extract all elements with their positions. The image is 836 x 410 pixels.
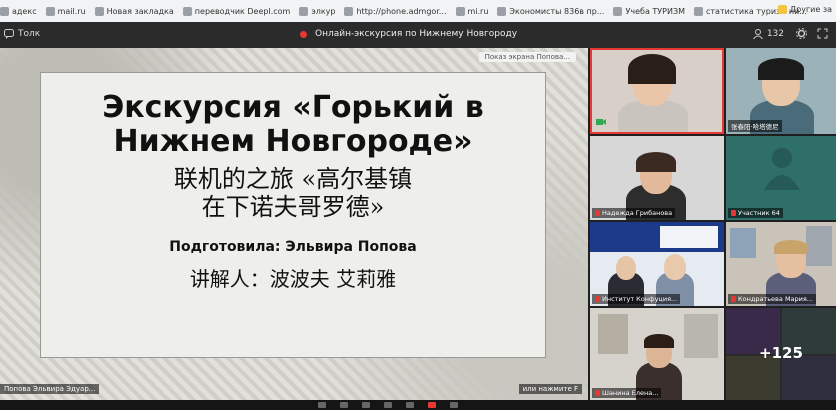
participants-button[interactable]: 132 xyxy=(752,28,784,39)
participant-count: 132 xyxy=(766,28,784,39)
bookmark-icon xyxy=(94,6,104,16)
wall-poster xyxy=(598,314,628,354)
participant-tile[interactable]: Кондратьева Мария... xyxy=(726,222,836,306)
bookmark-icon xyxy=(613,6,623,16)
thumbnail xyxy=(726,356,780,400)
mic-icon[interactable] xyxy=(318,402,326,408)
recording-icon xyxy=(300,30,307,38)
bookmark[interactable]: адекс xyxy=(0,6,37,16)
titlebar-actions: 132 xyxy=(752,28,828,39)
participant-hair xyxy=(758,58,804,80)
participant-tile[interactable] xyxy=(590,48,724,134)
gear-icon[interactable] xyxy=(796,28,807,39)
slide-title-line2: Нижнем Новгороде» xyxy=(113,124,473,159)
mic-off-icon xyxy=(731,296,736,302)
fullscreen-icon[interactable] xyxy=(817,28,828,39)
participant-tile[interactable]: Шанина Елена... xyxy=(590,308,724,400)
participant-tile[interactable]: Участник 64 xyxy=(726,136,836,220)
more-participants-tile[interactable]: +125 xyxy=(726,308,836,400)
participant-name: Институт Конфуция... xyxy=(592,294,681,304)
participant-hair xyxy=(774,240,808,254)
screen-share-icon[interactable] xyxy=(362,402,370,408)
app-logo[interactable]: Толк xyxy=(4,29,40,39)
thumbnail xyxy=(782,356,836,400)
bookmark-icon xyxy=(694,6,703,16)
other-bookmarks[interactable]: Другие за xyxy=(777,5,832,14)
avatar-placeholder-icon xyxy=(764,148,800,190)
participant-tile[interactable]: 张春阳·哈塔德尼 xyxy=(726,48,836,134)
slide-title-line1: Экскурсия «Горький в xyxy=(102,90,484,125)
slide-chinese-line2: 在下诺夫哥罗德» xyxy=(201,193,385,221)
bookmark-icon xyxy=(0,6,9,16)
bookmark[interactable]: Учеба ТУРИЗМ xyxy=(613,6,685,16)
participant-name: Шанина Елена... xyxy=(592,388,662,398)
control-bar xyxy=(0,400,836,410)
person-icon xyxy=(752,28,763,39)
wall-poster xyxy=(806,226,832,266)
participant-name: Участник 64 xyxy=(728,208,783,218)
participant-hair xyxy=(644,334,674,348)
bookmark-icon xyxy=(455,6,465,16)
bookmark-icon xyxy=(45,6,55,16)
participant-tile[interactable]: Институт Конфуция... xyxy=(590,222,724,306)
camera-icon xyxy=(596,119,606,125)
bookmark-icon xyxy=(299,6,309,16)
app-name: Толк xyxy=(18,29,41,39)
video-overlay-label: или нажмите F xyxy=(518,384,582,394)
bookmarks-bar: адекс mail.ru Новая закладка переводчик … xyxy=(0,0,836,23)
institute-sign xyxy=(660,226,718,248)
participant-face xyxy=(616,256,636,280)
participant-hair xyxy=(636,152,676,172)
wall-poster xyxy=(684,314,718,358)
bookmark-icon xyxy=(182,6,192,16)
presentation-slide: Экскурсия «Горький в Нижнем Новгороде» 联… xyxy=(40,72,546,358)
bookmark[interactable]: mi.ru xyxy=(455,6,488,16)
mic-off-icon xyxy=(595,210,600,216)
bookmark[interactable]: Новая закладка xyxy=(94,6,174,16)
folder-icon xyxy=(777,5,787,14)
participant-hair xyxy=(628,54,676,84)
participant-grid: 张春阳·哈塔德尼 Надежда Грибанова Участник 64 И… xyxy=(590,48,836,400)
participant-face xyxy=(664,254,686,280)
participant-name: 张春阳·哈塔德尼 xyxy=(728,120,782,132)
more-icon[interactable] xyxy=(450,402,458,408)
mic-off-icon xyxy=(731,210,736,216)
mic-off-icon xyxy=(595,296,600,302)
reactions-icon[interactable] xyxy=(406,402,414,408)
more-participants-count: +125 xyxy=(759,344,803,362)
wall-poster xyxy=(730,228,756,258)
conference-titlebar: Толк Онлайн-экскурсия по Нижнему Новгоро… xyxy=(0,22,836,48)
bookmark-icon xyxy=(344,6,354,16)
screen-share-tag: Показ экрана Попова... xyxy=(478,52,576,62)
bookmark[interactable]: mail.ru xyxy=(45,6,86,16)
presenter-name: Попова Эльвира Эдуар... xyxy=(0,384,100,394)
participant-tile[interactable]: Надежда Грибанова xyxy=(590,136,724,220)
participant-name: Кондратьева Мария... xyxy=(728,294,816,304)
bookmark[interactable]: переводчик Deepl.com xyxy=(182,6,290,16)
main-video[interactable]: Показ экрана Попова... Экскурсия «Горьки… xyxy=(0,48,588,400)
hangup-icon[interactable] xyxy=(428,402,436,408)
bookmark[interactable]: Экономисты 836в пр... xyxy=(497,6,604,16)
chat-icon[interactable] xyxy=(384,402,392,408)
meeting-title: Онлайн-экскурсия по Нижнему Новгороду xyxy=(300,29,517,39)
bookmark[interactable]: http://phone.admgor... xyxy=(344,6,447,16)
mic-off-icon xyxy=(595,390,600,396)
chat-bubble-icon xyxy=(4,29,14,39)
slide-chinese-line1: 联机的之旅 «高尔基镇 xyxy=(173,165,413,193)
bookmark-icon xyxy=(497,6,507,16)
slide-narrator: 讲解人：波波夫 艾莉雅 xyxy=(189,267,397,291)
camera-icon[interactable] xyxy=(340,402,348,408)
participant-name: Надежда Грибанова xyxy=(592,208,676,218)
bookmark[interactable]: элкур xyxy=(299,6,335,16)
slide-author: Подготовила: Эльвира Попова xyxy=(169,239,417,255)
